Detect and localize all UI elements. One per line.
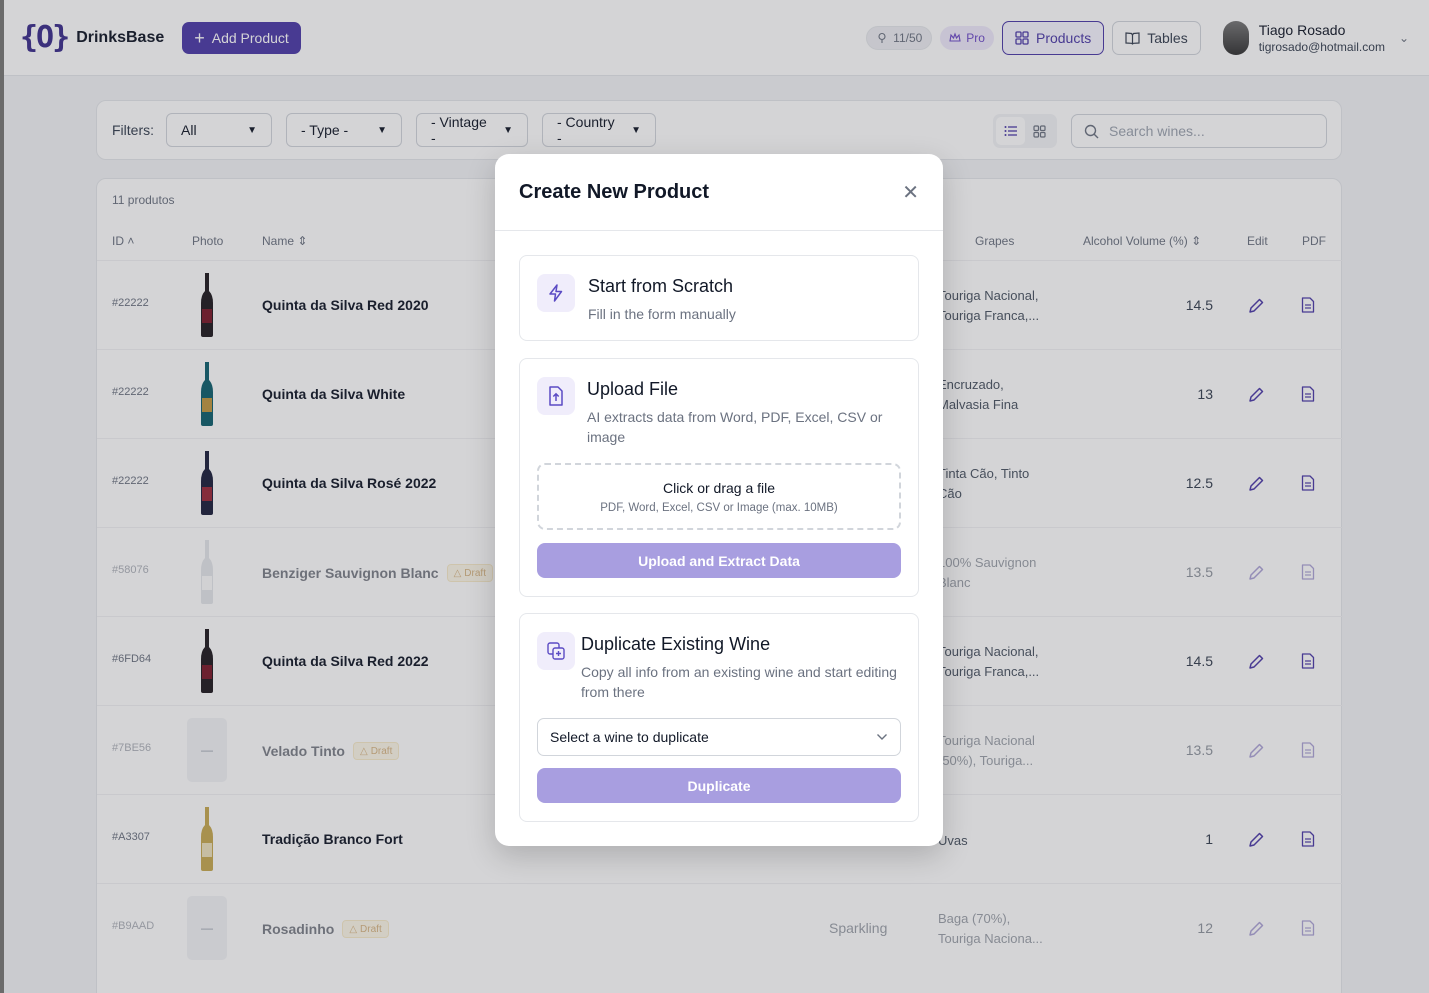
scratch-desc: Fill in the form manually [588, 306, 736, 322]
duplicate-wine-option: Duplicate Existing Wine Copy all info fr… [519, 613, 919, 822]
duplicate-select-placeholder: Select a wine to duplicate [550, 729, 709, 745]
dropzone-title: Click or drag a file [662, 480, 776, 496]
file-upload-icon [537, 377, 575, 415]
duplicate-desc: Copy all info from an existing wine and … [581, 664, 897, 700]
lightning-icon [537, 274, 575, 312]
duplicate-icon [537, 632, 575, 670]
upload-desc: AI extracts data from Word, PDF, Excel, … [587, 409, 883, 445]
upload-file-option: Upload File AI extracts data from Word, … [519, 358, 919, 597]
dropzone-subtitle: PDF, Word, Excel, CSV or Image (max. 10M… [600, 502, 838, 514]
close-icon[interactable]: ✕ [902, 180, 919, 205]
wine-duplicate-select[interactable]: Select a wine to duplicate [537, 718, 901, 756]
duplicate-title: Duplicate Existing Wine [581, 634, 771, 654]
duplicate-button[interactable]: Duplicate [537, 768, 901, 803]
scratch-title: Start from Scratch [588, 276, 734, 296]
chevron-down-icon [877, 734, 887, 740]
start-from-scratch-option[interactable]: Start from Scratch Fill in the form manu… [519, 255, 919, 341]
create-product-modal: Create New Product ✕ Start from Scratch … [495, 154, 943, 846]
upload-title: Upload File [587, 379, 679, 399]
modal-title: Create New Product [519, 180, 710, 203]
file-dropzone[interactable]: Click or drag a file PDF, Word, Excel, C… [537, 463, 901, 530]
upload-extract-button[interactable]: Upload and Extract Data [537, 543, 901, 578]
